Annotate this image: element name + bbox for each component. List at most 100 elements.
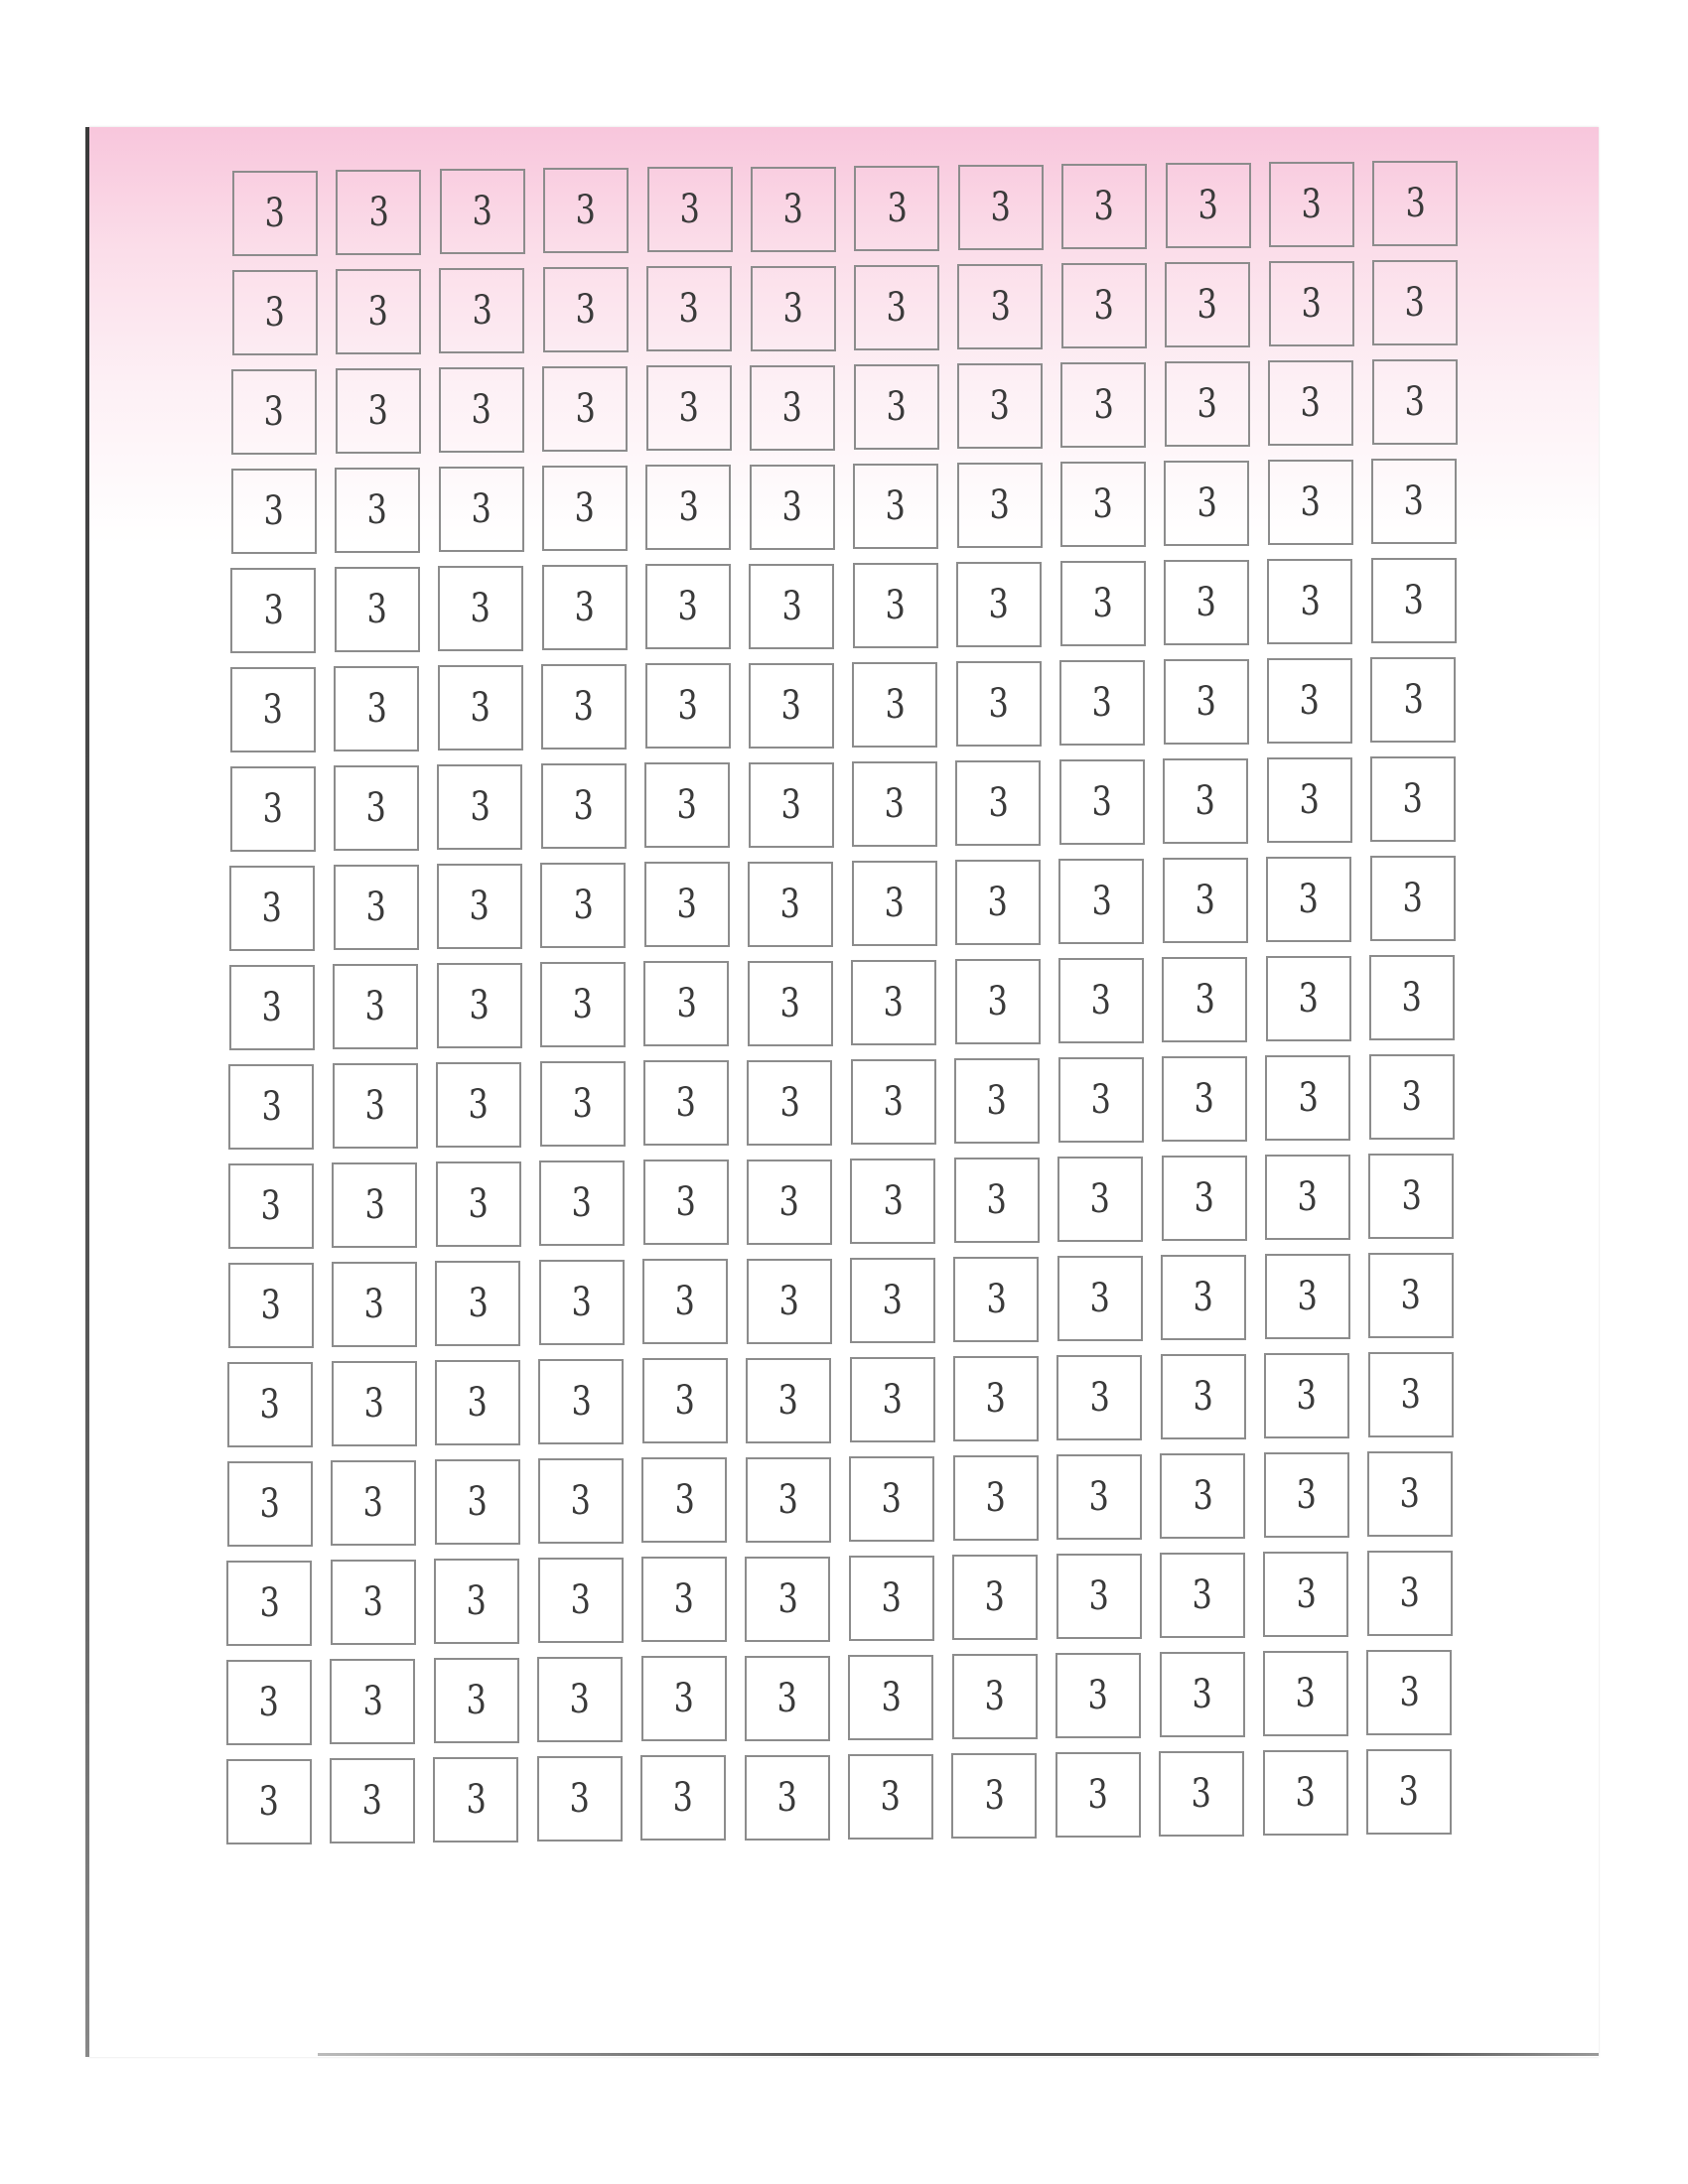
handwritten-digit: 3 xyxy=(570,1478,592,1525)
digit-box: 3 xyxy=(1061,163,1148,249)
digit-box: 3 xyxy=(1161,1254,1247,1340)
digit-box: 3 xyxy=(748,861,834,947)
handwritten-digit: 3 xyxy=(1194,1174,1214,1221)
handwritten-digit: 3 xyxy=(466,1777,487,1824)
digit-box: 3 xyxy=(330,1560,416,1646)
handwritten-digit: 3 xyxy=(1400,1273,1422,1319)
digit-box: 3 xyxy=(1055,1751,1141,1838)
digit-box: 3 xyxy=(642,1160,729,1246)
handwritten-digit: 3 xyxy=(469,983,490,1029)
digit-box: 3 xyxy=(641,1457,728,1544)
digit-box: 3 xyxy=(1162,956,1248,1042)
handwritten-digit: 3 xyxy=(988,779,1009,826)
handwritten-digit: 3 xyxy=(780,781,801,828)
digit-box: 3 xyxy=(1159,1750,1245,1837)
digit-box: 3 xyxy=(953,1157,1040,1243)
digit-box: 3 xyxy=(1263,1452,1349,1538)
handwritten-digit: 3 xyxy=(984,1573,1006,1620)
handwritten-digit: 3 xyxy=(1296,1472,1317,1518)
digit-box: 3 xyxy=(539,1160,626,1247)
handwritten-digit: 3 xyxy=(366,587,387,633)
handwritten-digit: 3 xyxy=(1196,479,1217,526)
handwritten-digit: 3 xyxy=(1300,479,1321,525)
handwritten-digit: 3 xyxy=(1196,579,1217,625)
digit-box: 3 xyxy=(1368,1253,1454,1339)
handwritten-digit: 3 xyxy=(263,488,284,534)
handwritten-digit: 3 xyxy=(261,985,282,1030)
handwritten-digit: 3 xyxy=(675,1179,696,1226)
handwritten-digit: 3 xyxy=(674,1477,695,1524)
handwritten-digit: 3 xyxy=(472,288,492,335)
handwritten-digit: 3 xyxy=(261,1084,282,1130)
digit-box: 3 xyxy=(1057,1056,1144,1143)
digit-box: 3 xyxy=(640,1656,727,1742)
handwritten-digit: 3 xyxy=(262,886,283,931)
handwritten-digit: 3 xyxy=(987,879,1009,925)
digit-box: 3 xyxy=(1369,856,1456,942)
handwritten-digit: 3 xyxy=(780,682,802,729)
handwritten-digit: 3 xyxy=(886,383,907,430)
handwritten-digit: 3 xyxy=(1299,777,1320,823)
handwritten-digit: 3 xyxy=(1092,580,1113,626)
handwritten-digit: 3 xyxy=(1399,1570,1420,1617)
digit-box: 3 xyxy=(642,1259,729,1345)
digit-box: 3 xyxy=(1266,857,1352,942)
digit-box: 3 xyxy=(1164,360,1250,447)
digit-box: 3 xyxy=(437,764,523,851)
handwritten-digit: 3 xyxy=(1089,1275,1110,1321)
digit-box: 3 xyxy=(749,464,835,550)
handwritten-digit: 3 xyxy=(264,191,286,236)
digit-box: 3 xyxy=(849,1356,935,1442)
digit-box: 3 xyxy=(745,1556,831,1642)
digit-box: 3 xyxy=(1160,1452,1246,1539)
handwritten-digit: 3 xyxy=(1091,778,1112,825)
digit-box: 3 xyxy=(539,1061,626,1148)
digit-box: 3 xyxy=(540,763,627,850)
digit-box: 3 xyxy=(433,1658,519,1744)
handwritten-digit: 3 xyxy=(779,881,801,927)
handwritten-digit: 3 xyxy=(674,1378,695,1425)
digit-box: 3 xyxy=(1367,1352,1454,1438)
handwritten-digit: 3 xyxy=(362,1579,383,1626)
digit-grid: 3 3 3 3 3 3 3 3 3 3 3 3 3 3 3 3 3 3 3 3 3 3 3 3 3 3 3 3 3 3 3 3 3 3 3 3 3 3 3 3… xyxy=(225,161,1470,1846)
handwritten-digit: 3 xyxy=(1196,380,1217,427)
handwritten-digit: 3 xyxy=(1402,876,1423,922)
handwritten-digit: 3 xyxy=(262,687,284,733)
digit-box: 3 xyxy=(643,961,730,1047)
handwritten-digit: 3 xyxy=(674,1279,696,1325)
digit-box: 3 xyxy=(1267,559,1353,644)
digit-box: 3 xyxy=(854,264,939,350)
digit-box: 3 xyxy=(439,169,525,255)
digit-box: 3 xyxy=(228,965,315,1050)
digit-box: 3 xyxy=(439,367,524,454)
digit-box: 3 xyxy=(229,866,316,951)
digit-box: 3 xyxy=(537,1558,624,1644)
digit-box: 3 xyxy=(1055,1553,1142,1639)
digit-box: 3 xyxy=(540,863,627,949)
digit-box: 3 xyxy=(538,1359,625,1445)
digit-box: 3 xyxy=(957,164,1044,250)
digit-box: 3 xyxy=(848,1555,934,1641)
digit-box: 3 xyxy=(334,765,419,852)
handwritten-digit: 3 xyxy=(1093,183,1115,229)
digit-box: 3 xyxy=(1056,1354,1143,1440)
handwritten-digit: 3 xyxy=(1298,877,1320,922)
handwritten-digit: 3 xyxy=(1091,679,1113,726)
handwritten-digit: 3 xyxy=(572,1081,593,1128)
handwritten-digit: 3 xyxy=(260,1183,282,1229)
digit-box: 3 xyxy=(1161,1155,1247,1241)
digit-box: 3 xyxy=(333,964,419,1050)
handwritten-digit: 3 xyxy=(988,581,1010,627)
handwritten-digit: 3 xyxy=(986,1176,1007,1223)
digit-box: 3 xyxy=(1262,1750,1348,1836)
handwritten-digit: 3 xyxy=(1090,977,1112,1024)
handwritten-digit: 3 xyxy=(570,1577,591,1624)
handwritten-digit: 3 xyxy=(673,1576,695,1623)
digit-box: 3 xyxy=(952,1554,1039,1640)
digit-box: 3 xyxy=(333,865,419,951)
handwritten-digit: 3 xyxy=(1196,678,1216,725)
handwritten-digit: 3 xyxy=(470,784,491,831)
digit-box: 3 xyxy=(744,1754,830,1841)
digit-box: 3 xyxy=(542,267,629,353)
digit-box: 3 xyxy=(1367,1451,1454,1538)
